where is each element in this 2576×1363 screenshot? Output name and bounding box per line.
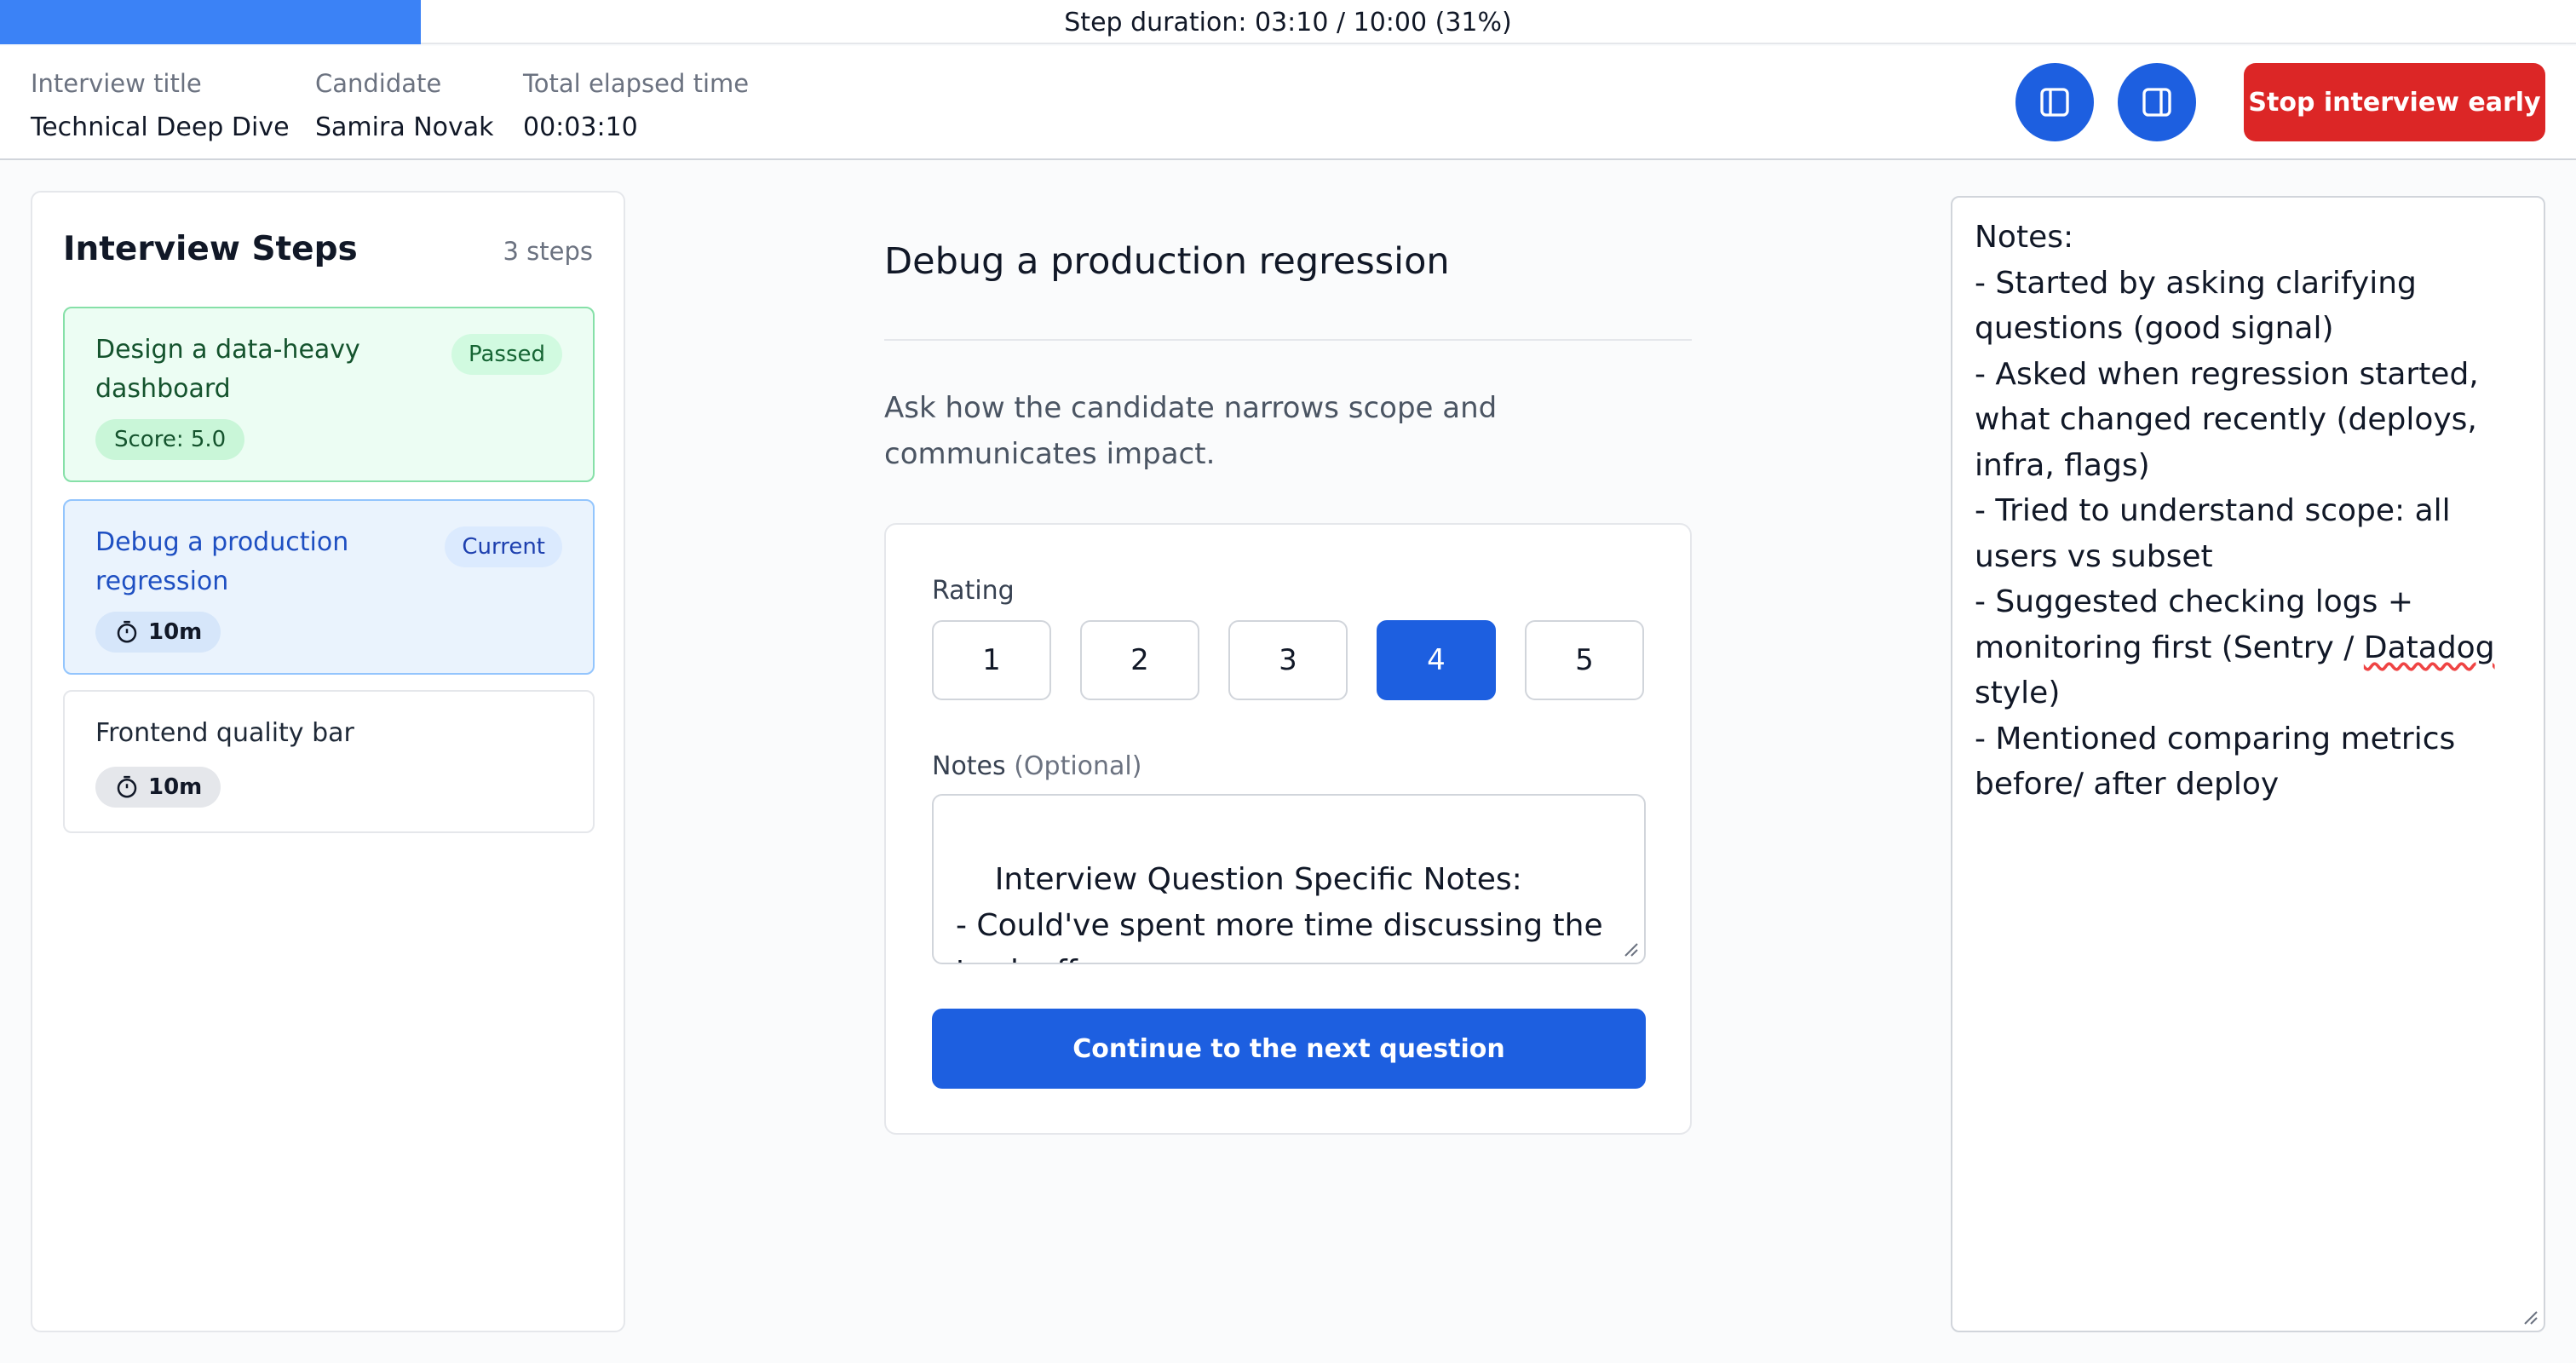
steps-count: 3 steps (503, 237, 593, 266)
candidate-label: Candidate (315, 69, 442, 98)
rating-button-3[interactable]: 3 (1228, 620, 1348, 700)
misspelled-word: Datadog (2363, 630, 2495, 665)
rating-form: Rating 1 2 3 4 5 Notes (Optional) Interv… (884, 523, 1692, 1135)
candidate-meta: Candidate Samira Novak (315, 61, 494, 150)
step-card-debug-regression[interactable]: Debug a production regression Current 10… (63, 499, 595, 675)
interview-header: Interview title Technical Deep Dive Cand… (0, 46, 2576, 160)
step-progress-bar: Step duration: 03:10 / 10:00 (31%) (0, 0, 2576, 44)
status-badge-passed: Passed (451, 334, 562, 375)
panel-right-icon (2142, 88, 2171, 117)
notes-line: - Asked when regression started, what ch… (1975, 356, 2489, 483)
interview-steps-title: Interview Steps (63, 230, 358, 268)
step-title: Debug a production regression (95, 527, 349, 596)
duration-badge: 10m (95, 767, 221, 808)
step-card-design-dashboard[interactable]: Design a data-heavy dashboard Passed Sco… (63, 307, 595, 482)
step-title: Frontend quality bar (95, 718, 354, 748)
question-description: Ask how the candidate narrows scope and … (884, 391, 1498, 471)
timer-icon (117, 775, 137, 798)
resize-grip-icon[interactable] (1620, 939, 1639, 958)
elapsed-time-label: Total elapsed time (523, 69, 750, 98)
elapsed-time-meta: Total elapsed time 00:03:10 (523, 61, 749, 150)
divider (884, 339, 1692, 341)
toggle-left-panel-button[interactable] (2015, 63, 2094, 141)
question-title: Debug a production regression (884, 240, 1450, 283)
candidate-value: Samira Novak (315, 112, 494, 142)
rating-button-2[interactable]: 2 (1080, 620, 1199, 700)
question-notes-textarea[interactable]: Interview Question Specific Notes: - Cou… (932, 794, 1646, 964)
rating-label: Rating (932, 576, 1015, 606)
interview-title-value: Technical Deep Dive (31, 112, 290, 142)
interview-steps-panel: Interview Steps 3 steps Design a data-he… (31, 191, 625, 1332)
timer-icon (117, 620, 137, 643)
panel-left-icon (2040, 88, 2069, 117)
elapsed-time-value: 00:03:10 (523, 112, 638, 142)
rating-button-4[interactable]: 4 (1377, 620, 1496, 700)
interview-notes-textarea[interactable]: Notes: - Started by asking clarifying qu… (1951, 196, 2545, 1332)
notes-label-text: Notes (932, 751, 1006, 781)
notes-line: - Mentioned comparing metrics before/ af… (1975, 721, 2465, 802)
notes-label: Notes (Optional) (932, 751, 1141, 781)
resize-grip-icon[interactable] (2520, 1307, 2539, 1326)
interview-title-label: Interview title (31, 69, 202, 98)
notes-optional-hint: (Optional) (1014, 751, 1142, 781)
toggle-right-panel-button[interactable] (2118, 63, 2196, 141)
stop-interview-button[interactable]: Stop interview early (2244, 63, 2545, 141)
notes-line: Notes: (1975, 220, 2074, 255)
interview-title-meta: Interview title Technical Deep Dive (31, 61, 290, 150)
continue-button[interactable]: Continue to the next question (932, 1009, 1646, 1089)
rating-button-1[interactable]: 1 (932, 620, 1051, 700)
notes-line: - Tried to understand scope: all users v… (1975, 493, 2461, 574)
question-notes-value: Interview Question Specific Notes: - Cou… (956, 862, 1603, 963)
step-card-frontend-quality[interactable]: Frontend quality bar 10m (63, 690, 595, 833)
step-title: Design a data-heavy dashboard (95, 335, 360, 404)
duration-badge: 10m (95, 612, 221, 653)
duration-value: 10m (148, 619, 203, 645)
score-badge: Score: 5.0 (95, 419, 245, 460)
step-duration-label: Step duration: 03:10 / 10:00 (31%) (1064, 7, 1512, 37)
notes-line: - Suggested checking logs + monitoring f… (1975, 584, 2424, 665)
status-badge-current: Current (445, 526, 562, 567)
duration-value: 10m (148, 774, 203, 800)
notes-line: - Started by asking clarifying questions… (1975, 265, 2427, 347)
rating-button-5[interactable]: 5 (1525, 620, 1644, 700)
